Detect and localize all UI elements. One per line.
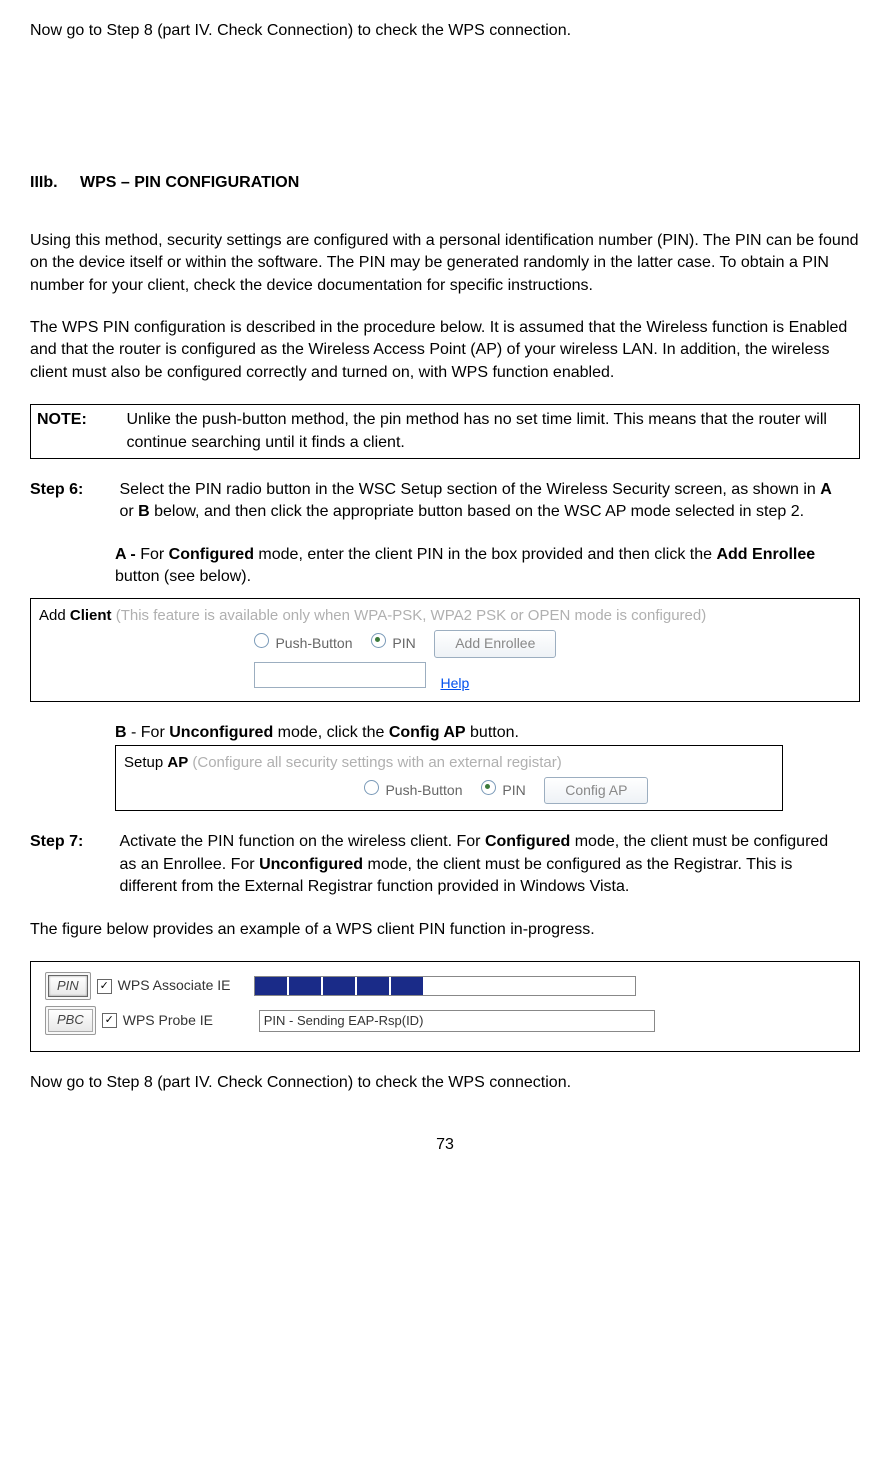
paragraph-3: The figure below provides an example of …	[30, 919, 860, 941]
progress-block	[391, 977, 423, 995]
b-t2: mode, click the	[273, 724, 389, 741]
fig-a-title: Add Client (This feature is available on…	[39, 605, 851, 626]
section-heading: IIIb. WPS – PIN CONFIGURATION	[30, 172, 860, 194]
a-b2: Add Enrollee	[716, 546, 815, 563]
fig-a-bold: Client	[70, 607, 112, 624]
radio-push-button-a[interactable]	[254, 633, 269, 648]
step-7: Step 7: Activate the PIN function on the…	[30, 831, 860, 898]
radio-pin-label-b: PIN	[502, 782, 525, 798]
figure-add-client: Add Client (This feature is available on…	[30, 598, 860, 702]
a-prefix: A -	[115, 546, 140, 563]
pbc-button-container: PBC	[45, 1006, 96, 1034]
step6-bold-a: A	[820, 481, 832, 498]
b-t3: button.	[466, 724, 519, 741]
fig-b-gray: (Configure all security settings with an…	[188, 754, 562, 771]
note-box: NOTE: Unlike the push-button method, the…	[30, 404, 860, 459]
fig-b-title: Setup AP (Configure all security setting…	[124, 752, 774, 773]
b-t1: - For	[127, 724, 170, 741]
figure-progress: PIN ✓ WPS Associate IE PBC ✓ WPS Probe I…	[30, 961, 860, 1052]
fig-b-prefix: Setup	[124, 754, 167, 771]
step6-t3: below, and then click the appropriate bu…	[150, 503, 804, 520]
a-b1: Configured	[169, 546, 254, 563]
fig-a-gray: (This feature is available only when WPA…	[112, 607, 707, 624]
b-b2: Config AP	[389, 724, 466, 741]
b-b1: Unconfigured	[169, 724, 273, 741]
paragraph-1: Using this method, security settings are…	[30, 230, 860, 297]
radio-push-button-label-a: Push-Button	[275, 635, 352, 651]
pin-input[interactable]	[254, 662, 426, 688]
note-text: Unlike the push-button method, the pin m…	[126, 409, 846, 454]
step-6: Step 6: Select the PIN radio button in t…	[30, 479, 860, 524]
step-7-text: Activate the PIN function on the wireles…	[119, 831, 849, 898]
fig-b-bold: AP	[167, 754, 188, 771]
step-6-a: A - For Configured mode, enter the clien…	[115, 544, 860, 589]
a-t1: For	[140, 546, 168, 563]
a-t3: button (see below).	[115, 568, 251, 585]
step6-t2: or	[119, 503, 138, 520]
add-enrollee-button[interactable]: Add Enrollee	[434, 630, 556, 658]
progress-bar	[254, 976, 636, 996]
pin-button[interactable]: PIN	[48, 975, 88, 997]
s7-b2: Unconfigured	[259, 856, 363, 873]
intro-line: Now go to Step 8 (part IV. Check Connect…	[30, 20, 860, 42]
b-prefix: B	[115, 724, 127, 741]
radio-pin-b[interactable]	[481, 780, 496, 795]
radio-push-button-b[interactable]	[364, 780, 379, 795]
paragraph-2: The WPS PIN configuration is described i…	[30, 317, 860, 384]
note-label: NOTE:	[37, 409, 122, 431]
step6-t1: Select the PIN radio button in the WSC S…	[119, 481, 820, 498]
a-t2: mode, enter the client PIN in the box pr…	[254, 546, 717, 563]
step6-bold-b: B	[138, 503, 150, 520]
step-7-label: Step 7:	[30, 831, 115, 853]
config-ap-button[interactable]: Config AP	[544, 777, 648, 805]
radio-pin-label-a: PIN	[392, 635, 415, 651]
wps-associate-checkbox[interactable]: ✓	[97, 979, 112, 994]
progress-block	[357, 977, 389, 995]
page-number: 73	[30, 1134, 860, 1156]
wps-probe-checkbox[interactable]: ✓	[102, 1013, 117, 1028]
wps-probe-label: WPS Probe IE	[123, 1011, 253, 1031]
progress-block	[323, 977, 355, 995]
section-number: IIIb.	[30, 172, 58, 194]
wps-associate-label: WPS Associate IE	[118, 976, 248, 996]
help-link[interactable]: Help	[440, 675, 469, 691]
pbc-button[interactable]: PBC	[48, 1009, 93, 1031]
fig-a-prefix: Add	[39, 607, 70, 624]
s7-t1: Activate the PIN function on the wireles…	[119, 833, 485, 850]
pin-button-container: PIN	[45, 972, 91, 1000]
radio-pin-a[interactable]	[371, 633, 386, 648]
s7-b1: Configured	[485, 833, 570, 850]
radio-push-button-label-b: Push-Button	[385, 782, 462, 798]
progress-block	[289, 977, 321, 995]
progress-block	[255, 977, 287, 995]
section-title-text: WPS – PIN CONFIGURATION	[80, 174, 299, 191]
step-6-text: Select the PIN radio button in the WSC S…	[119, 479, 849, 524]
status-text: PIN - Sending EAP-Rsp(ID)	[259, 1010, 655, 1032]
last-line: Now go to Step 8 (part IV. Check Connect…	[30, 1072, 860, 1094]
step-6-b: B - For Unconfigured mode, click the Con…	[115, 722, 860, 744]
step-6-label: Step 6:	[30, 479, 115, 501]
figure-setup-ap: Setup AP (Configure all security setting…	[115, 745, 783, 812]
